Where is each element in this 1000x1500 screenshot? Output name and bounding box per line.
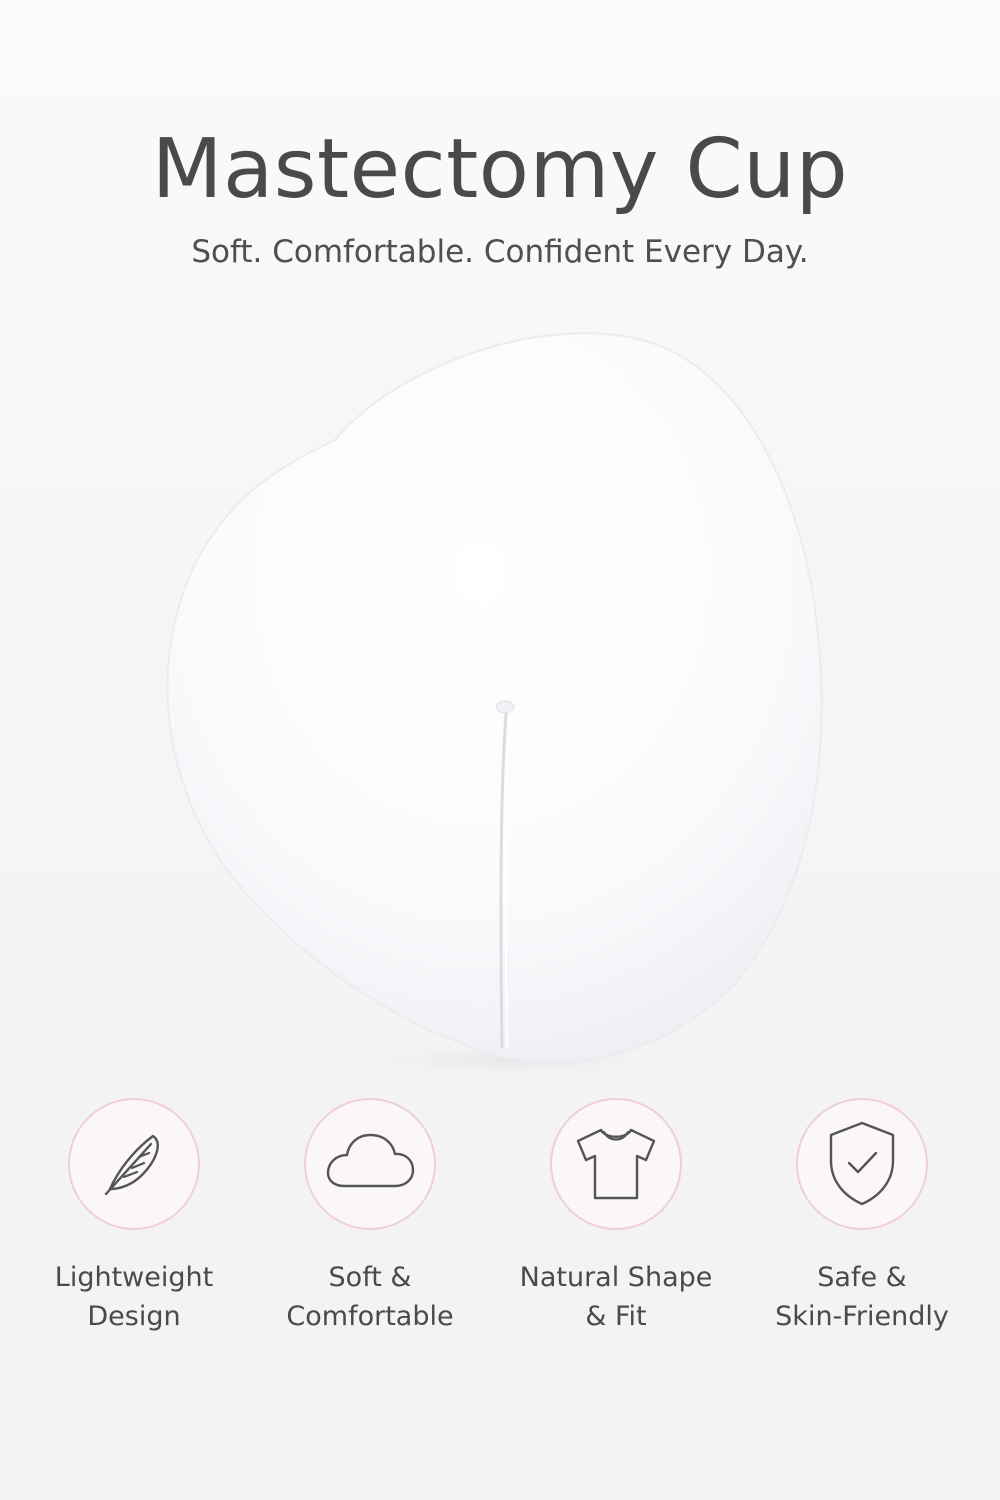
feature-safe: Safe & Skin-Friendly xyxy=(752,1098,972,1336)
feature-label-line: Natural Shape xyxy=(519,1262,713,1293)
feature-icon-circle xyxy=(304,1098,436,1230)
page-subtitle: Soft. Comfortable. Confident Every Day. xyxy=(191,234,809,270)
feature-label-line: Soft & xyxy=(328,1262,412,1293)
feather-icon xyxy=(104,1134,159,1196)
feature-natural-shape: Natural Shape & Fit xyxy=(506,1098,726,1336)
feature-label-line: Skin-Friendly xyxy=(775,1301,949,1332)
features-row: Lightweight Design Soft & Comfortable Na… xyxy=(0,1098,1000,1368)
feature-icon-circle xyxy=(796,1098,928,1230)
page-title: Mastectomy Cup xyxy=(151,122,849,217)
feature-icon-circle xyxy=(550,1098,682,1230)
feature-label-line: Design xyxy=(87,1301,181,1332)
feature-label: Natural Shape & Fit xyxy=(506,1258,726,1336)
feature-label-line: Safe & xyxy=(817,1262,907,1293)
feature-label-line: Comfortable xyxy=(286,1301,454,1332)
feature-soft: Soft & Comfortable xyxy=(260,1098,480,1336)
mastectomy-cup-image xyxy=(166,332,823,1082)
shield-check-icon xyxy=(829,1121,895,1206)
cloud-icon xyxy=(326,1133,415,1188)
tshirt-icon xyxy=(576,1128,656,1200)
feature-label: Lightweight Design xyxy=(24,1258,244,1336)
feature-label: Safe & Skin-Friendly xyxy=(752,1258,972,1336)
feature-label: Soft & Comfortable xyxy=(260,1258,480,1336)
feature-label-line: Lightweight xyxy=(54,1262,214,1293)
feature-label-line: & Fit xyxy=(585,1301,647,1332)
feature-lightweight: Lightweight Design xyxy=(24,1098,244,1336)
page-background: Mastectomy Cup Soft. Comfortable. Confid… xyxy=(0,0,1000,1500)
feature-icon-circle xyxy=(68,1098,200,1230)
